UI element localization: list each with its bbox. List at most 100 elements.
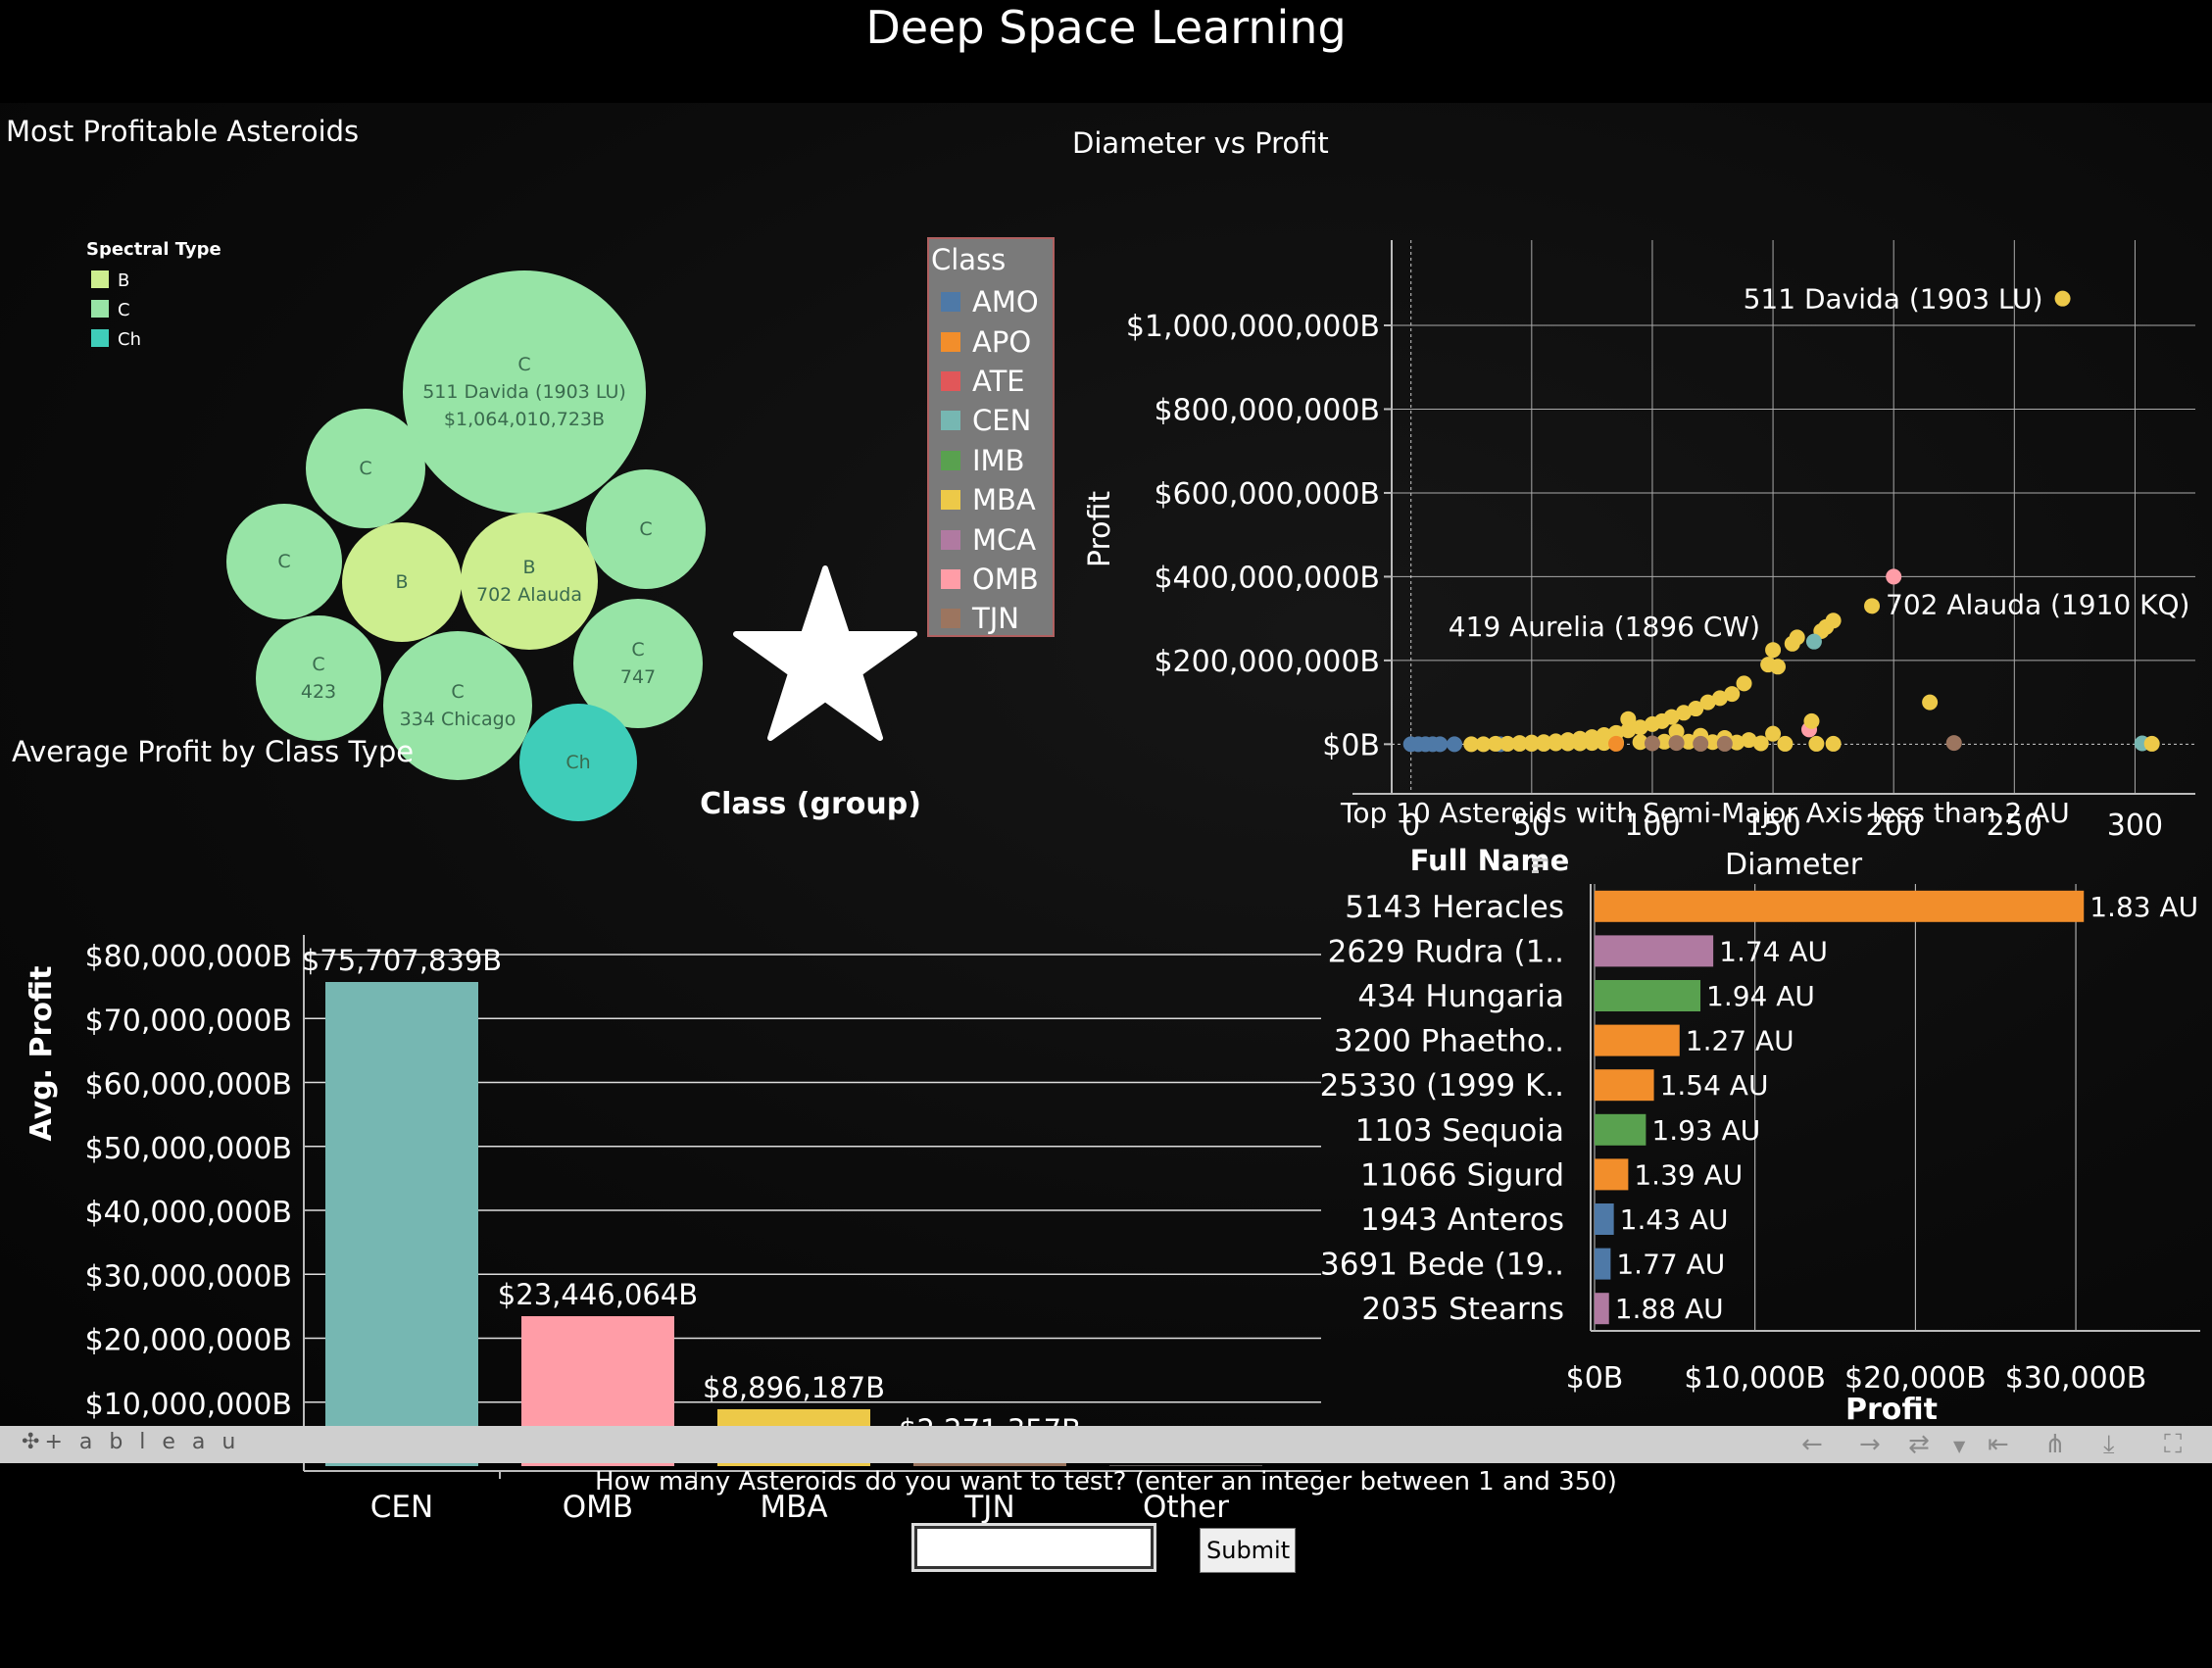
class-legend-item[interactable]: ATE [929, 362, 1053, 401]
top10-row-name: 5143 Heracles [1345, 890, 1564, 925]
bubble-name: 747 [620, 666, 656, 688]
scatter-point[interactable] [1620, 711, 1637, 727]
scatter-point[interactable] [1803, 712, 1820, 729]
scatter-point[interactable] [1608, 735, 1625, 752]
scatter-point[interactable] [1805, 633, 1822, 650]
scatter-point[interactable] [1644, 735, 1660, 752]
scatter-point[interactable] [1922, 694, 1939, 711]
fullscreen-icon[interactable]: ⛶ [2164, 1430, 2182, 1460]
scatter-point[interactable] [2054, 290, 2071, 307]
class-legend-item[interactable]: TJN [929, 599, 1053, 638]
class-legend-item[interactable]: AMO [929, 282, 1053, 321]
scatter-point[interactable] [1864, 598, 1881, 614]
class-legend-swatch [941, 568, 960, 589]
bubble-type: B [522, 557, 535, 578]
top10-row-name: 11066 Sigurd [1360, 1157, 1564, 1193]
asteroid-bubble[interactable]: B [342, 522, 462, 642]
bubble-type: C [312, 654, 324, 675]
class-legend-item[interactable]: OMB [929, 560, 1053, 599]
class-legend-swatch [941, 411, 960, 431]
asteroid-count-input[interactable] [911, 1523, 1156, 1572]
bubble-value: $1,064,010,723B [444, 409, 605, 430]
top10-bar-label: 1.54 AU [1660, 1069, 1769, 1102]
bubble-circle[interactable] [256, 615, 381, 741]
scatter-point[interactable] [1825, 735, 1842, 752]
redo-icon[interactable]: → [1859, 1430, 1881, 1459]
class-legend-label: MCA [972, 522, 1037, 557]
spectral-legend-label: Ch [118, 329, 141, 350]
scatter-point[interactable] [1716, 735, 1733, 752]
asteroid-bubble[interactable]: B 702 Alauda [461, 513, 598, 650]
revert-icon[interactable]: ⇄ [1908, 1430, 1930, 1459]
class-legend-item[interactable]: CEN [929, 401, 1053, 440]
scatter-point[interactable] [1945, 735, 1962, 752]
asteroid-bubble[interactable]: C 423 [256, 615, 381, 741]
top10-bar[interactable] [1595, 1158, 1629, 1191]
scatter-point[interactable] [2143, 735, 2160, 752]
avg-y-tick: $80,000,000B [85, 940, 292, 974]
revert-dropdown-icon[interactable]: ▼ [1953, 1437, 1965, 1455]
top10-bar[interactable] [1595, 1248, 1611, 1280]
asteroid-bubble[interactable]: C [306, 409, 425, 528]
bubble-type: C [639, 518, 652, 540]
top10-x-tick: $30,000B [2005, 1361, 2147, 1396]
scatter-point[interactable] [1886, 568, 1902, 585]
class-legend-item[interactable]: MBA [929, 480, 1053, 519]
scatter-point[interactable] [1808, 735, 1825, 752]
top10-bar-label: 1.88 AU [1615, 1293, 1724, 1325]
top10-bar[interactable] [1595, 1069, 1654, 1102]
scatter-point[interactable] [1765, 642, 1782, 659]
class-legend-item[interactable]: APO [929, 321, 1053, 361]
tableau-logo[interactable]: ✣+ a b l e a u [22, 1430, 240, 1454]
class-legend-item[interactable]: MCA [929, 519, 1053, 559]
top10-bar[interactable] [1595, 1203, 1614, 1235]
scatter-point[interactable] [1777, 735, 1794, 752]
class-legend-label: IMB [972, 443, 1025, 477]
top10-bar[interactable] [1595, 1293, 1609, 1325]
top10-bar-label: 1.39 AU [1634, 1158, 1743, 1191]
asteroid-bubble[interactable]: C [226, 504, 342, 619]
scatter-point[interactable] [1432, 736, 1449, 753]
star-icon[interactable] [730, 564, 926, 760]
asteroid-bubble[interactable]: C 511 Davida (1903 LU) $1,064,010,723B [403, 270, 646, 514]
avg-y-tick: $60,000,000B [85, 1068, 292, 1103]
scatter-point[interactable] [1769, 659, 1786, 675]
download-icon[interactable]: ⤓ [2103, 1430, 2115, 1460]
class-legend-label: TJN [972, 602, 1019, 636]
top10-bar-label: 1.94 AU [1706, 980, 1815, 1012]
share-icon[interactable]: ⋔ [2044, 1430, 2066, 1459]
top10-bar-chart: Full Name $0B $10,000B $20,000B $30,000B 51… [1320, 844, 2200, 1427]
scatter-point[interactable] [1784, 635, 1800, 652]
scatter-point[interactable] [1752, 735, 1769, 752]
top10-bar[interactable] [1595, 1024, 1680, 1056]
class-legend-label: MBA [972, 483, 1036, 517]
scatter-y-tick: $1,000,000,000B [1126, 310, 1380, 344]
reset-icon[interactable]: ⇤ [1988, 1430, 2009, 1459]
class-legend-title: Class [931, 243, 1007, 276]
asteroid-bubble[interactable]: C [586, 469, 706, 589]
scatter-y-tick: $800,000,000B [1154, 393, 1380, 427]
scatter-title: Diameter vs Profit [1072, 126, 1329, 160]
avg-y-tick: $40,000,000B [85, 1196, 292, 1230]
bubble-type: C [631, 639, 644, 661]
scatter-point[interactable] [1693, 735, 1709, 752]
class-legend-label: AMO [972, 285, 1039, 319]
undo-icon[interactable]: ← [1801, 1430, 1823, 1459]
top10-bar[interactable] [1595, 890, 2085, 922]
submit-button[interactable]: Submit [1200, 1528, 1296, 1573]
top10-row-name: 25330 (1999 K.. [1320, 1068, 1564, 1104]
bubble-circle[interactable] [461, 513, 598, 650]
avg-bar[interactable] [325, 982, 478, 1466]
tableau-toolbar: ✣+ a b l e a u ← → ⇄ ▼ ⇤ ⋔ ⤓ ⛶ [0, 1426, 2212, 1463]
class-legend-item[interactable]: IMB [929, 441, 1053, 480]
avg-bar-label: $8,896,187B [703, 1371, 885, 1404]
scatter-point[interactable] [1447, 736, 1463, 753]
top10-bar[interactable] [1595, 980, 1701, 1011]
top10-bar[interactable] [1595, 1113, 1647, 1146]
scatter-point[interactable] [1736, 675, 1752, 692]
avg-bar[interactable] [1109, 1465, 1262, 1467]
top10-bar[interactable] [1595, 935, 1714, 967]
scatter-point[interactable] [1668, 735, 1685, 752]
spectral-legend-title: Spectral Type [86, 239, 221, 260]
class-group-label: Class (group) [700, 787, 921, 821]
